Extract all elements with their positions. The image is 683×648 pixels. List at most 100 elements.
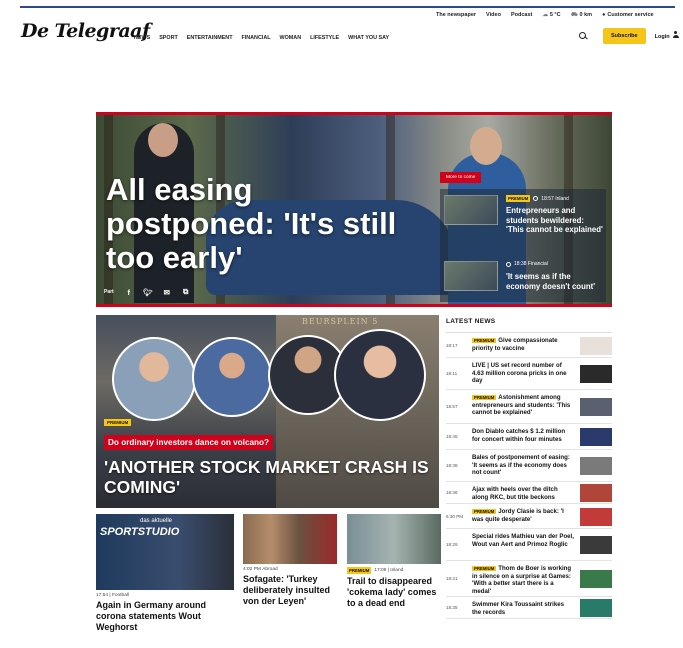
news-time: 6:30 PM [446,513,464,519]
news-item[interactable]: 18:21 PREMIUM Thom de Boer is working in s… [446,561,612,597]
copy-link-icon[interactable]: ⧉ [182,287,190,296]
feature-article[interactable]: BEURSPLEIN 5 PREMIUM Do ordinary investo… [96,315,439,508]
nav-item-financial[interactable]: FINANCIAL [241,35,270,41]
card-section: Football [111,593,130,598]
weather-widget[interactable]: ☁ 5 °C [542,12,560,18]
news-item[interactable]: 18:57 PREMIUM Astonishment among entrepren… [446,390,612,424]
header-actions: Subscribe Login [578,27,679,44]
story-time: 18:57 [541,195,554,202]
card-title[interactable]: Again in Germany around corona statement… [96,600,234,633]
facebook-icon[interactable]: f [125,288,133,297]
news-time: 18:11 [446,371,458,376]
article-card[interactable]: das aktuelle SPORTSTUDIO 17:54 | Footbal… [96,514,234,633]
user-icon [672,31,679,38]
news-headline-block[interactable]: LIVE | US set record number of 4.63 mill… [472,362,574,385]
nav-item-entertainment[interactable]: ENTERTAINMENT [187,35,233,41]
card-meta: PREMIUM 17:09 | Inland [347,567,404,574]
news-headline-block[interactable]: PREMIUM Jordy Clasie is back: 'I was quit… [472,508,574,523]
card-image: das aktuelle SPORTSTUDIO [96,514,234,590]
news-headline-block[interactable]: Don Diablo catches $ 1.2 million for con… [472,428,574,443]
card-image [243,514,337,564]
news-item[interactable]: 18:17 PREMIUM Give compassionate priority … [446,333,612,358]
car-icon: ⛟ [570,11,578,18]
news-headline-block[interactable]: Special rides Mathieu van der Poel, Wout… [472,533,574,548]
article-card[interactable]: 4:02 PM Abroad Sofagate: 'Turkey deliber… [243,514,337,607]
more-to-come-tag: More to come [440,172,482,183]
login-label: Login [654,34,670,40]
card-time: 4:02 PM [243,567,261,572]
story-title[interactable]: Entrepreneurs and students bewildered: '… [506,206,604,235]
feature-kicker: Do ordinary investors dance on volcano? [104,435,274,450]
news-thumbnail [580,398,612,416]
story-meta: 18:38 Financial [506,261,548,267]
share-label: Part [104,289,114,295]
subscribe-button[interactable]: Subscribe [603,27,646,44]
news-headline: Bales of postponement of easing: 'It see… [472,454,570,477]
card-title[interactable]: Trail to disappeared 'cokema lady' comes… [347,576,441,609]
card-time: 17:09 [374,568,387,573]
customer-service-link[interactable]: ● Customer service [602,12,654,18]
news-item[interactable]: 6:30 PM PREMIUM Jordy Clasie is back: 'I w… [446,504,612,529]
portrait-photo [334,329,426,421]
util-link-video[interactable]: Video [486,12,501,18]
email-icon[interactable]: ✉ [163,288,171,297]
card-meta: 4:02 PM Abroad [243,567,337,572]
site-logo[interactable]: De Telegraaf [21,20,150,42]
news-headline: LIVE | US set record number of 4.63 mill… [472,362,567,385]
news-time: 18:21 [446,576,458,581]
hero-photo-person-head [470,127,502,165]
news-item[interactable]: 18:11 LIVE | US set record number of 4.63… [446,358,612,390]
article-card[interactable]: PREMIUM 17:09 | Inland Trail to disappea… [347,514,441,609]
news-time: 18:38 [446,463,458,468]
premium-badge: PREMIUM [472,566,497,571]
story-title[interactable]: 'It seems as if the economy doesn't coun… [506,272,604,291]
twitter-icon[interactable]: 🐦︎ [143,288,153,297]
news-item[interactable]: 18:35 Swimmer Kira Toussaint strikes the … [446,597,612,619]
latest-news-panel: LATEST NEWS 18:17 PREMIUM Give compassiona… [446,318,612,619]
news-item[interactable]: 18:45 Don Diablo catches $ 1.2 million fo… [446,424,612,450]
news-headline: Swimmer Kira Toussaint strikes the recor… [472,601,565,616]
news-time: 18:29 [446,542,458,547]
nav-item-news[interactable]: NEWS [134,35,150,41]
story-time: 18:38 [514,261,527,267]
hero-headline[interactable]: All easing postponed: 'It's still too ea… [106,173,426,275]
util-link-podcast[interactable]: Podcast [511,12,532,18]
news-headline: Ajax with heels over the ditch along RKC… [472,486,558,501]
premium-badge: PREMIUM [472,509,497,514]
weather-value: 5 °C [549,12,561,18]
news-item[interactable]: 18:36 Ajax with heels over the ditch alon… [446,482,612,504]
news-headline-block[interactable]: PREMIUM Thom de Boer is working in silenc… [472,565,574,595]
nav-item-sport[interactable]: SPORT [159,35,178,41]
traffic-widget[interactable]: ⛟ 0 km [571,12,592,19]
news-thumbnail [580,484,612,502]
news-headline-block[interactable]: Swimmer Kira Toussaint strikes the recor… [472,601,574,616]
utility-bar: The newspaper Video Podcast ☁ 5 °C ⛟ 0 km … [436,10,664,20]
hero-article[interactable]: All easing postponed: 'It's still too ea… [96,112,612,307]
news-time: 18:45 [446,434,458,439]
card-title[interactable]: Sofagate: 'Turkey deliberately insulted … [243,574,337,607]
news-headline-block[interactable]: Bales of postponement of easing: 'It see… [472,454,574,477]
util-link-newspaper[interactable]: The newspaper [436,12,476,18]
studio-label: SPORTSTUDIO [100,526,180,538]
card-meta: 17:54 | Football [96,593,130,598]
news-item[interactable]: 18:29 Special rides Mathieu van der Poel,… [446,529,612,561]
news-headline-block[interactable]: PREMIUM Give compassionate priority to va… [472,337,574,352]
story-section: Inland [555,195,569,202]
nav-item-lifestyle[interactable]: LIFESTYLE [310,35,339,41]
news-thumbnail [580,536,612,554]
card-section: Inland [390,568,404,573]
news-time: 18:35 [446,605,458,610]
login-button[interactable]: Login [655,31,679,40]
portrait-photo [192,337,272,417]
news-item[interactable]: 18:38 Bales of postponement of easing: 'I… [446,450,612,482]
search-icon[interactable] [578,31,588,41]
news-headline-block[interactable]: PREMIUM Astonishment among entrepreneurs … [472,394,574,417]
nav-item-woman[interactable]: WOMAN [280,35,302,41]
news-headline-block[interactable]: Ajax with heels over the ditch along RKC… [472,486,574,501]
feature-headline[interactable]: 'ANOTHER STOCK MARKET CRASH IS COMING' [104,457,434,497]
story-meta: PREMIUM 18:57 Inland [506,195,569,202]
news-time: 18:17 [446,342,458,348]
nav-item-what-you-say[interactable]: WHAT YOU SAY [348,35,389,41]
weather-icon: ☁ [542,12,548,18]
top-accent-line [20,6,675,8]
